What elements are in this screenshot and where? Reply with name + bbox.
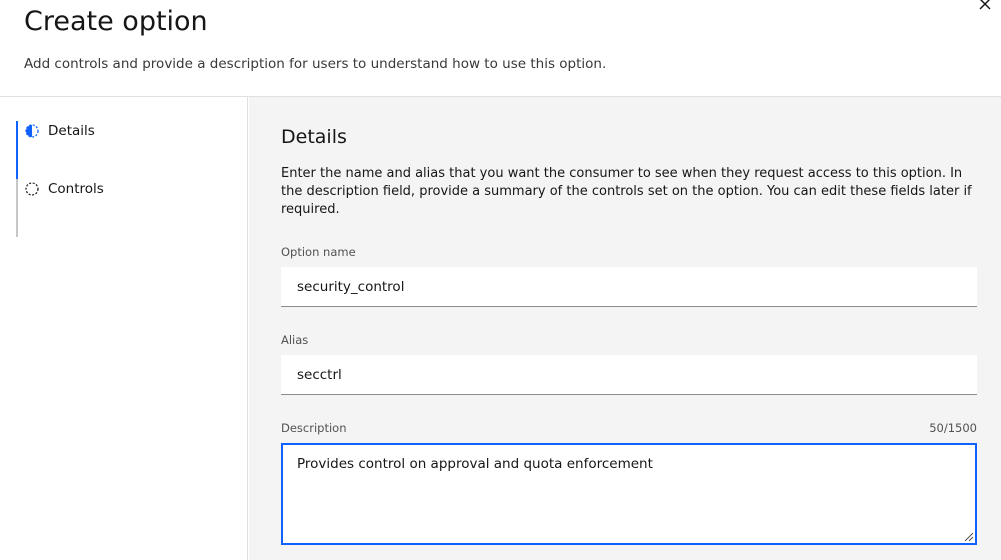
step-controls[interactable]: Controls: [16, 179, 236, 237]
progress-sidebar: Details Controls: [0, 97, 248, 560]
step-details[interactable]: Details: [16, 121, 236, 179]
section-title: Details: [281, 126, 347, 148]
half-circle-icon: [25, 124, 39, 138]
close-button[interactable]: [973, 0, 997, 14]
close-icon: [979, 0, 991, 10]
description-textarea[interactable]: Provides control on approval and quota e…: [281, 443, 977, 545]
section-description: Enter the name and alias that you want t…: [281, 166, 972, 217]
progress-indicator: Details Controls: [16, 121, 236, 237]
step-progress-bar: [16, 179, 18, 237]
page-subtitle: Add controls and provide a description f…: [24, 56, 607, 72]
alias-input[interactable]: [281, 355, 977, 395]
details-panel: Details Enter the name and alias that yo…: [249, 97, 1001, 560]
step-label: Details: [48, 123, 95, 139]
alias-label: Alias: [281, 333, 309, 347]
description-label: Description: [281, 421, 347, 435]
description-char-counter: 50/1500: [929, 421, 977, 435]
step-label: Controls: [48, 181, 104, 197]
option-name-input[interactable]: [281, 267, 977, 307]
option-name-label: Option name: [281, 245, 356, 259]
page-title: Create option: [24, 6, 208, 37]
modal-header: Create option Add controls and provide a…: [0, 0, 1001, 97]
resize-grip-icon[interactable]: [962, 530, 974, 542]
dashed-circle-icon: [25, 182, 39, 196]
step-progress-bar: [16, 121, 18, 179]
